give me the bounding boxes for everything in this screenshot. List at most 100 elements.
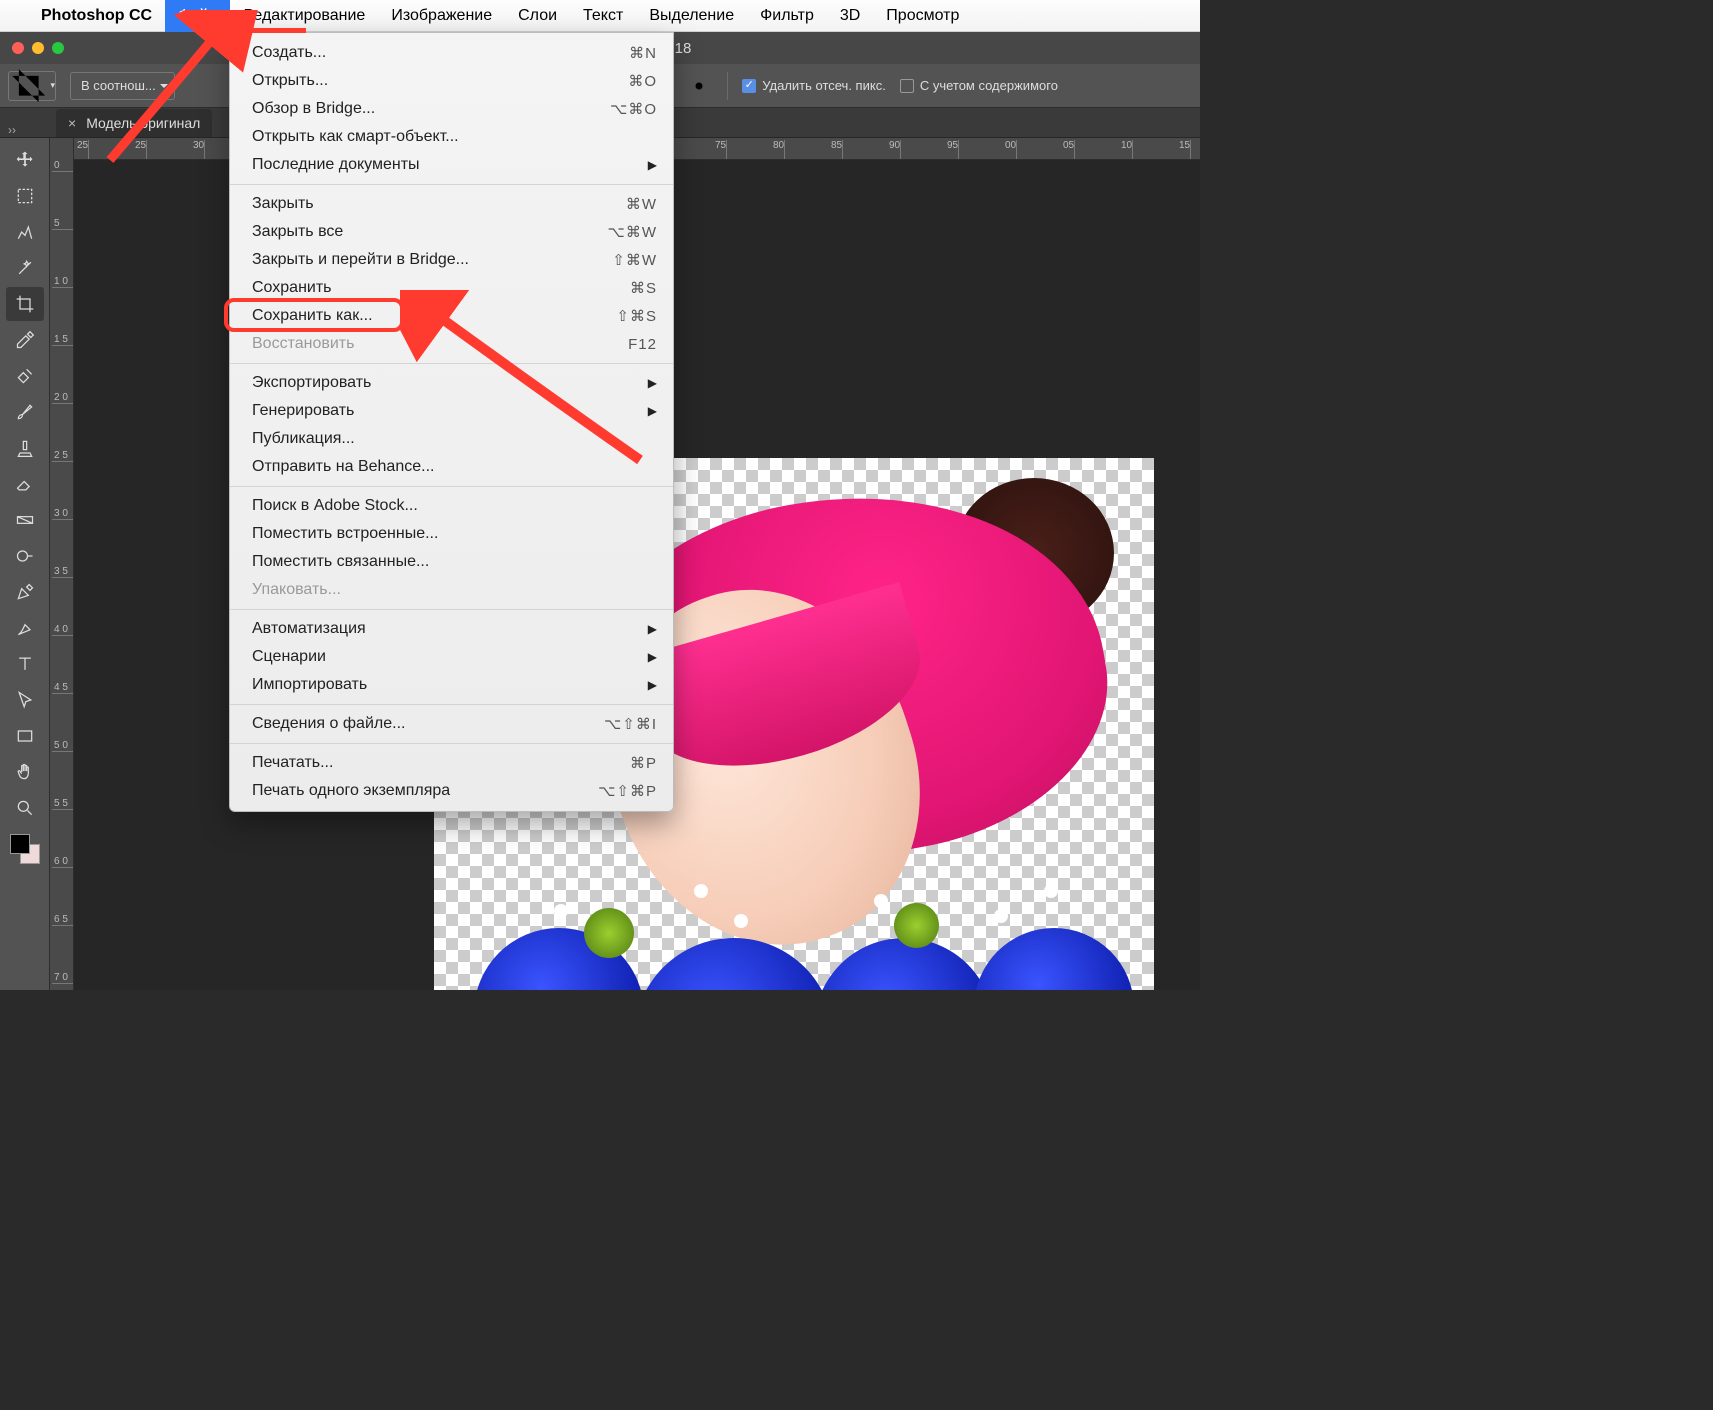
menu-view[interactable]: Просмотр: [873, 0, 972, 32]
clone-stamp-tool[interactable]: [6, 431, 44, 465]
content-aware-checkbox[interactable]: С учетом содержимого: [900, 78, 1058, 93]
menu-item-shortcut: ⌘W: [626, 195, 657, 213]
ruler-tick: 5 5: [52, 798, 73, 810]
file-menu-item[interactable]: Импортировать▶: [230, 671, 673, 699]
file-menu-item[interactable]: Публикация...: [230, 425, 673, 453]
menu-separator: [230, 486, 673, 487]
lasso-tool[interactable]: [6, 215, 44, 249]
ruler-tick: 1 0: [52, 276, 73, 288]
rectangle-tool[interactable]: [6, 719, 44, 753]
menu-item-shortcut: ⌘S: [630, 279, 657, 297]
expand-panels-icon[interactable]: ››: [8, 123, 16, 137]
move-tool[interactable]: [6, 143, 44, 177]
menu-item-label: Генерировать: [252, 402, 354, 420]
close-window-icon[interactable]: [12, 42, 24, 54]
healing-brush-tool[interactable]: [6, 359, 44, 393]
menu-item-label: Поместить встроенные...: [252, 525, 438, 543]
crop-tool[interactable]: [6, 287, 44, 321]
menu-item-label: Поиск в Adobe Stock...: [252, 497, 418, 515]
magic-wand-tool[interactable]: [6, 251, 44, 285]
file-menu-item[interactable]: Печать одного экземпляра⌥⇧⌘P: [230, 777, 673, 805]
close-tab-icon[interactable]: ×: [68, 115, 76, 131]
file-menu-item[interactable]: Последние документы ▶: [230, 151, 673, 179]
file-menu-item[interactable]: Отправить на Behance...: [230, 453, 673, 481]
menu-item-label: Сохранить: [252, 279, 332, 297]
file-menu-item[interactable]: Сведения о файле...⌥⇧⌘I: [230, 710, 673, 738]
submenu-arrow-icon: ▶: [648, 158, 657, 172]
menu-image[interactable]: Изображение: [378, 0, 505, 32]
ruler-tick: 1 5: [52, 334, 73, 346]
delete-cropped-label: Удалить отсеч. пикс.: [762, 78, 886, 93]
menu-item-shortcut: ⌥⇧⌘P: [598, 782, 657, 800]
menu-item-label: Последние документы: [252, 156, 420, 174]
eyedropper-tool[interactable]: [6, 323, 44, 357]
document-tab[interactable]: × Модель оригинал: [56, 109, 212, 137]
menu-item-label: Закрыть все: [252, 223, 343, 241]
menu-item-label: Закрыть: [252, 195, 314, 213]
eraser-tool[interactable]: [6, 467, 44, 501]
file-menu-item[interactable]: Генерировать▶: [230, 397, 673, 425]
zoom-tool[interactable]: [6, 791, 44, 825]
delete-cropped-checkbox[interactable]: ✓ Удалить отсеч. пикс.: [742, 78, 886, 93]
vertical-ruler: 051 01 52 02 53 03 54 04 55 05 56 06 57 …: [50, 138, 74, 990]
type-tool[interactable]: [6, 647, 44, 681]
freeform-pen-tool[interactable]: [6, 611, 44, 645]
file-menu-item[interactable]: Печатать...⌘P: [230, 749, 673, 777]
hand-tool[interactable]: [6, 755, 44, 789]
menu-item-label: Восстановить: [252, 335, 354, 353]
ruler-tick: 25: [132, 140, 147, 159]
file-menu-dropdown: Создать...⌘NОткрыть...⌘OОбзор в Bridge..…: [229, 32, 674, 812]
menu-3d[interactable]: 3D: [827, 0, 873, 32]
menu-separator: [230, 609, 673, 610]
menu-item-label: Автоматизация: [252, 620, 366, 638]
crop-ratio-combo[interactable]: В соотнош...: [70, 72, 175, 100]
menu-separator: [230, 743, 673, 744]
file-menu-item[interactable]: Открыть...⌘O: [230, 67, 673, 95]
marquee-tool[interactable]: [6, 179, 44, 213]
file-menu-item[interactable]: Поиск в Adobe Stock...: [230, 492, 673, 520]
crop-settings-button[interactable]: [685, 72, 713, 100]
color-swatches[interactable]: [10, 834, 40, 864]
menu-filter[interactable]: Фильтр: [747, 0, 827, 32]
path-selection-tool[interactable]: [6, 683, 44, 717]
file-menu-item[interactable]: Поместить встроенные...: [230, 520, 673, 548]
submenu-arrow-icon: ▶: [648, 622, 657, 636]
dodge-tool[interactable]: [6, 539, 44, 573]
gradient-tool[interactable]: [6, 503, 44, 537]
menu-item-label: Сведения о файле...: [252, 715, 405, 733]
app-menu[interactable]: Photoshop CC: [28, 0, 165, 32]
ruler-tick: 05: [1060, 140, 1075, 159]
file-menu-item[interactable]: Обзор в Bridge...⌥⌘O: [230, 95, 673, 123]
brush-tool[interactable]: [6, 395, 44, 429]
ruler-tick: 6 0: [52, 856, 73, 868]
file-menu-item[interactable]: Сценарии▶: [230, 643, 673, 671]
menu-edit[interactable]: Редактирование: [230, 0, 378, 32]
minimize-window-icon[interactable]: [32, 42, 44, 54]
ruler-tick: 25: [74, 140, 89, 159]
file-menu-item[interactable]: Сохранить ⌘S: [230, 274, 673, 302]
document-tab-title: Модель оригинал: [86, 115, 200, 131]
submenu-arrow-icon: ▶: [648, 376, 657, 390]
file-menu-item[interactable]: Экспортировать▶: [230, 369, 673, 397]
file-menu-item[interactable]: Поместить связанные...: [230, 548, 673, 576]
menu-file[interactable]: Файл: [165, 0, 230, 32]
menu-item-label: Упаковать...: [252, 581, 341, 599]
file-menu-item[interactable]: Закрыть ⌘W: [230, 190, 673, 218]
menu-type[interactable]: Текст: [570, 0, 636, 32]
ruler-tick: 15: [1176, 140, 1191, 159]
file-menu-item[interactable]: Создать...⌘N: [230, 39, 673, 67]
zoom-window-icon[interactable]: [52, 42, 64, 54]
file-menu-item[interactable]: Закрыть все⌥⌘W: [230, 218, 673, 246]
pen-tool[interactable]: [6, 575, 44, 609]
menu-separator: [230, 704, 673, 705]
crop-tool-preset[interactable]: ▾: [8, 71, 56, 101]
file-menu-item[interactable]: Сохранить как...⇧⌘S: [230, 302, 673, 330]
menu-layers[interactable]: Слои: [505, 0, 570, 32]
file-menu-item[interactable]: Открыть как смарт-объект...: [230, 123, 673, 151]
file-menu-item[interactable]: Автоматизация ▶: [230, 615, 673, 643]
ruler-tick: 5 0: [52, 740, 73, 752]
file-menu-item[interactable]: Закрыть и перейти в Bridge...⇧⌘W: [230, 246, 673, 274]
menu-select[interactable]: Выделение: [636, 0, 747, 32]
menu-item-label: Поместить связанные...: [252, 553, 429, 571]
file-menu-item: Упаковать...: [230, 576, 673, 604]
